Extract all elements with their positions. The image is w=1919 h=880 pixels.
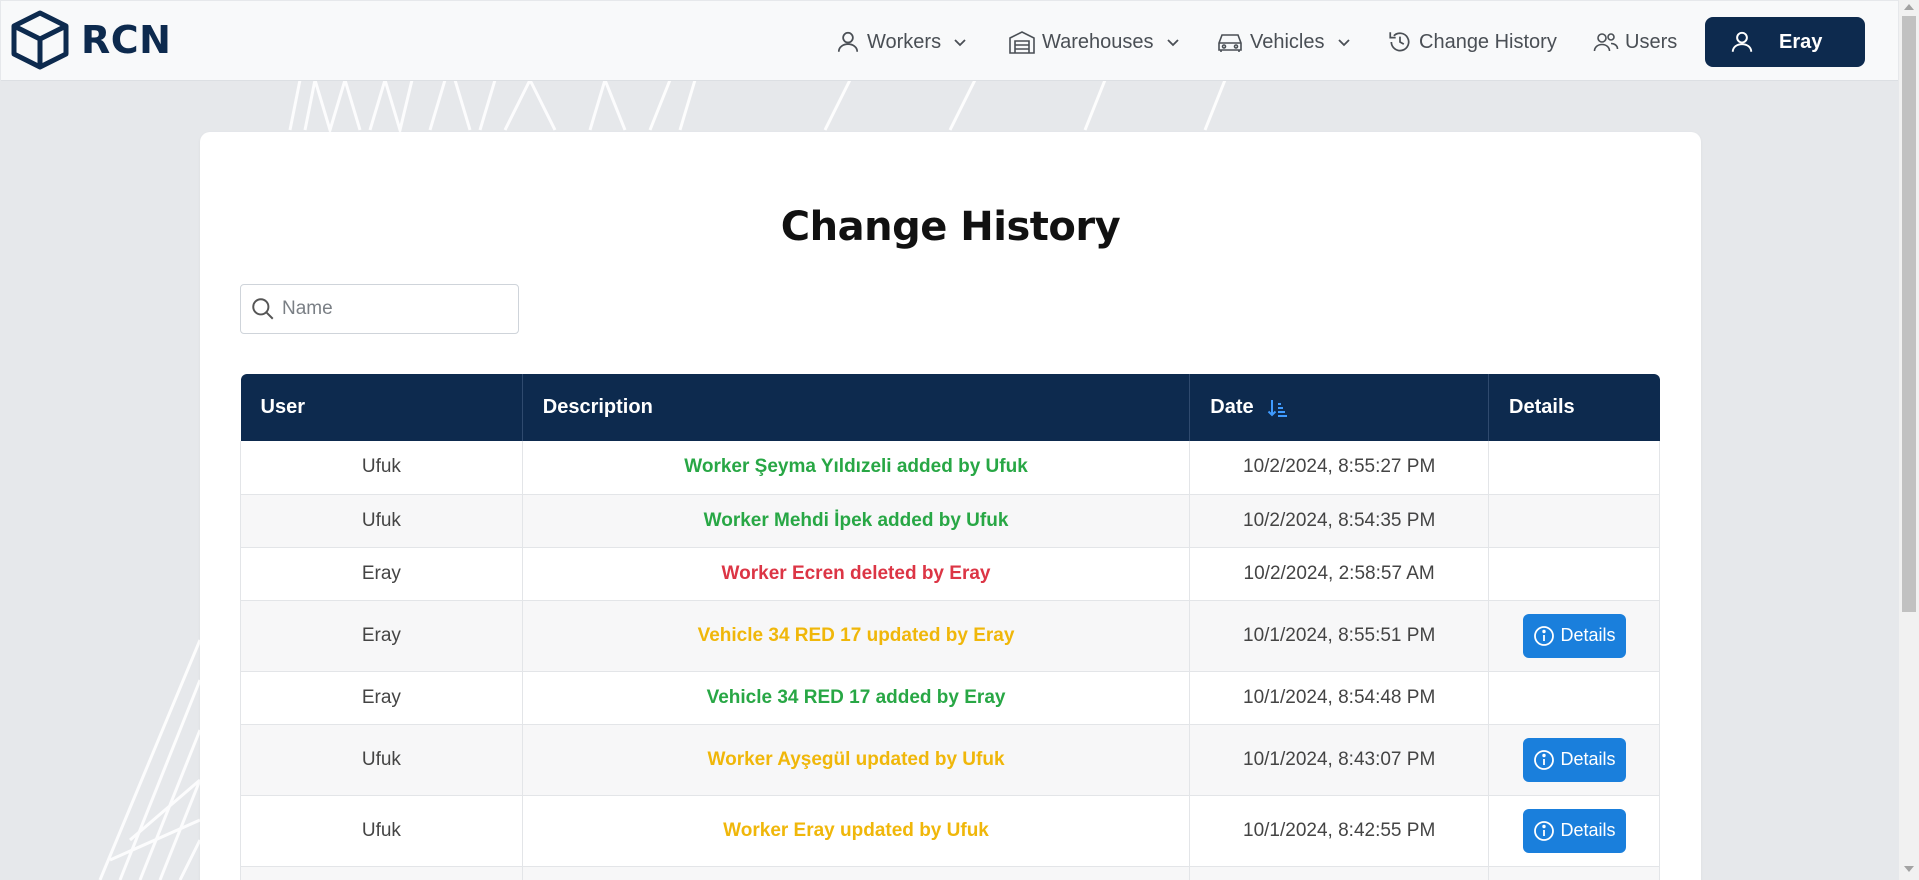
cell-description: Worker Şeyma Yıldızeli added by Ufuk xyxy=(522,441,1191,495)
cell-date: 10/1/2024, 8:43:07 PM xyxy=(1189,724,1490,796)
brand-name: RCN xyxy=(81,18,172,62)
cell-date: 10/1/2024, 8:54:48 PM xyxy=(1189,671,1490,725)
table-row: Eray Vehicle 34 RED 17 added by Eray 10/… xyxy=(240,671,1660,725)
warehouse-icon xyxy=(1009,31,1035,54)
cell-details xyxy=(1488,671,1660,725)
cell-description: Vehicle 34 RED 17 added by Eray xyxy=(522,671,1191,725)
cell-details xyxy=(1488,547,1660,601)
cell-details: Details xyxy=(1488,795,1660,867)
page-scrollbar[interactable] xyxy=(1899,0,1919,880)
cell-details xyxy=(1488,866,1660,880)
details-button[interactable]: Details xyxy=(1522,808,1626,853)
column-header-description[interactable]: Description xyxy=(522,374,1191,441)
car-icon xyxy=(1218,34,1242,52)
nav-change-history-label: Change History xyxy=(1419,30,1557,53)
cell-description: Vehicle 34 RED 17 updated by Eray xyxy=(522,600,1191,672)
nav-workers-label: Workers xyxy=(867,30,942,53)
table-header-row: User Description Date Details xyxy=(240,374,1660,441)
cell-date: 10/2/2024, 8:54:35 PM xyxy=(1189,494,1490,548)
brand-logo[interactable]: RCN xyxy=(9,9,171,71)
cell-user xyxy=(240,866,523,880)
chevron-down-icon xyxy=(1337,39,1350,47)
cell-details xyxy=(1488,494,1660,548)
column-header-details: Details xyxy=(1509,396,1575,418)
details-button-label: Details xyxy=(1560,749,1616,769)
search-icon xyxy=(252,298,274,320)
nav-users[interactable]: Users xyxy=(1593,23,1677,61)
cell-details xyxy=(1488,441,1660,495)
info-icon xyxy=(1533,625,1554,646)
cell-description: Worker Mehdi İpek added by Ufuk xyxy=(522,494,1191,548)
users-icon xyxy=(1593,33,1619,52)
cell-details: Details xyxy=(1488,724,1660,796)
sort-descending-icon[interactable] xyxy=(1267,398,1289,418)
scroll-up-arrow-icon[interactable] xyxy=(1904,4,1914,10)
cell-date xyxy=(1189,866,1490,880)
cell-description xyxy=(522,866,1191,880)
details-button[interactable]: Details xyxy=(1522,737,1626,782)
details-button[interactable]: Details xyxy=(1522,613,1626,658)
chevron-down-icon xyxy=(954,39,966,47)
cube-icon xyxy=(11,10,69,70)
history-icon xyxy=(1389,32,1410,52)
cell-user: Eray xyxy=(240,600,523,672)
change-history-table: User Description Date Details Ufuk Worke… xyxy=(240,374,1660,880)
cell-user: Eray xyxy=(240,547,523,601)
scrollbar-thumb[interactable] xyxy=(1902,16,1916,612)
cell-date: 10/1/2024, 8:55:51 PM xyxy=(1189,600,1490,672)
cell-date: 10/1/2024, 8:42:55 PM xyxy=(1189,795,1490,867)
nav-users-label: Users xyxy=(1625,30,1678,53)
details-button-label: Details xyxy=(1560,625,1616,645)
cell-date: 10/2/2024, 8:55:27 PM xyxy=(1189,441,1490,495)
cell-date: 10/2/2024, 2:58:57 AM xyxy=(1189,547,1490,601)
info-icon xyxy=(1533,749,1554,770)
cell-user: Ufuk xyxy=(240,724,523,796)
scroll-down-arrow-icon[interactable] xyxy=(1904,866,1914,872)
user-icon xyxy=(837,31,859,52)
search-input[interactable] xyxy=(282,298,502,320)
nav-warehouses-label: Warehouses xyxy=(1042,30,1154,53)
account-button[interactable]: Eray xyxy=(1705,17,1865,67)
cell-details: Details xyxy=(1488,600,1660,672)
cell-description: Worker Ecren deleted by Eray xyxy=(522,547,1191,601)
page-title: Change History xyxy=(780,204,1121,250)
table-row: Ufuk Worker Eray updated by Ufuk 10/1/20… xyxy=(240,795,1660,867)
table-row: Ufuk Worker Şeyma Yıldızeli added by Ufu… xyxy=(240,441,1660,495)
cell-description: Worker Eray updated by Ufuk xyxy=(522,795,1191,867)
details-button-label: Details xyxy=(1560,820,1616,840)
table-row xyxy=(240,866,1660,880)
change-history-card: Change History User Description Date Det… xyxy=(200,132,1701,880)
account-name: Eray xyxy=(1779,30,1823,53)
column-header-date-label: Date xyxy=(1210,396,1254,418)
cell-user: Ufuk xyxy=(240,441,523,495)
nav-workers[interactable]: Workers xyxy=(835,23,967,61)
table-row: Ufuk Worker Ayşegül updated by Ufuk 10/1… xyxy=(240,724,1660,796)
cell-user: Ufuk xyxy=(240,795,523,867)
column-header-date[interactable]: Date xyxy=(1189,374,1490,441)
info-icon xyxy=(1533,820,1554,841)
search-box[interactable] xyxy=(240,284,519,334)
cell-user: Eray xyxy=(240,671,523,725)
cell-user: Ufuk xyxy=(240,494,523,548)
user-icon xyxy=(1731,31,1753,52)
top-navbar: RCN Workers Warehouses Vehicles Change H… xyxy=(1,1,1898,81)
column-header-user[interactable]: User xyxy=(240,374,523,441)
table-row: Eray Worker Ecren deleted by Eray 10/2/2… xyxy=(240,547,1660,601)
cell-description: Worker Ayşegül updated by Ufuk xyxy=(522,724,1191,796)
chevron-down-icon xyxy=(1166,39,1179,47)
nav-vehicles[interactable]: Vehicles xyxy=(1216,23,1351,61)
nav-vehicles-label: Vehicles xyxy=(1250,30,1325,53)
table-row: Ufuk Worker Mehdi İpek added by Ufuk 10/… xyxy=(240,494,1660,548)
table-row: Eray Vehicle 34 RED 17 updated by Eray 1… xyxy=(240,600,1660,672)
nav-change-history[interactable]: Change History xyxy=(1387,23,1557,61)
nav-warehouses[interactable]: Warehouses xyxy=(1008,23,1180,61)
